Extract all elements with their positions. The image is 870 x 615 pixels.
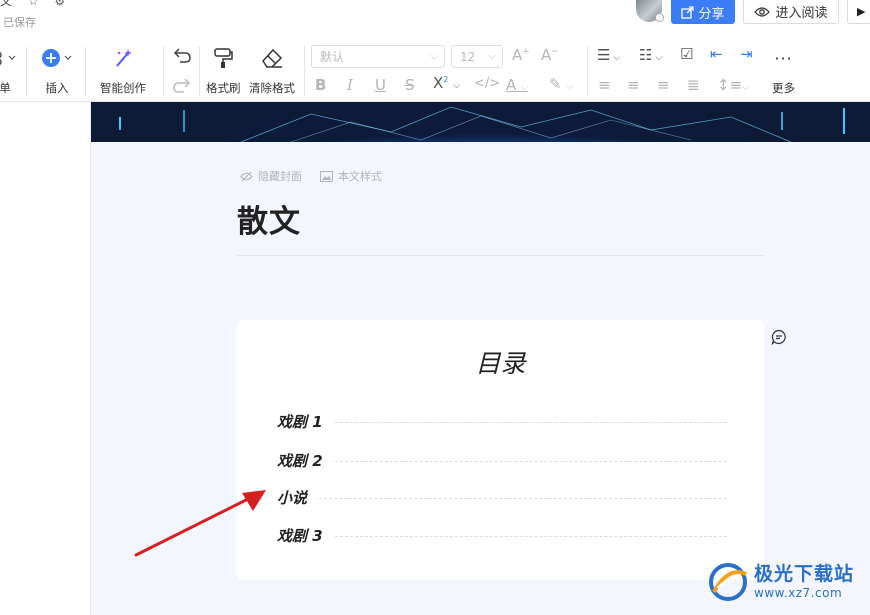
divider [26,46,27,96]
highlight-icon[interactable]: ✎ ⌵ [549,75,573,93]
toc-item-label: 戏剧 3 [277,527,323,545]
toc-item-label: 小说 [277,489,308,507]
text-style-button[interactable]: 本文样式 [320,168,382,184]
format-brush-label: 格式刷 [206,81,241,95]
divider [304,46,305,96]
font-color-icon[interactable]: A ⌵ [506,76,528,94]
chevron-down-icon: ⌵ [430,51,438,62]
toc-leader [334,536,727,537]
toc-item[interactable]: 戏剧 2 [277,450,727,471]
outdent-icon[interactable]: ⇤ [710,45,723,63]
toc-title: 目录 [475,349,526,378]
strikethrough-icon[interactable]: S [405,76,415,94]
divider [587,46,588,96]
font-family-value: 默认 [320,50,345,64]
top-bar: 文 ☆ ⚙ 已保存 ◦ 分享 进入阅读 ▶ [0,0,870,40]
hide-cover-label: 隐藏封面 [258,170,302,183]
more-tool[interactable]: ··· 更多 [772,46,795,96]
bold-icon[interactable]: B [315,76,326,94]
toc-leader [334,422,727,423]
toc-item[interactable]: 戏剧 1 [277,411,727,432]
divider [163,46,164,96]
divider [199,46,200,96]
left-sidebar [0,102,91,615]
divider [85,46,86,96]
saved-status: 已保存 [3,16,36,29]
eye-icon [754,6,771,17]
text-style-label: 本文样式 [338,170,382,183]
font-size-select[interactable]: 12 ⌵ [451,45,503,68]
annotation-arrow [130,485,270,564]
toc-item[interactable]: 小说 [277,487,727,508]
list-icon [0,46,16,70]
toc-leader [319,498,727,499]
insert-tool[interactable]: 插入 [40,46,74,96]
eye-off-icon [240,171,253,181]
toc-leader [334,461,727,462]
font-size-value: 12 [460,49,476,64]
ai-create-tool[interactable]: 智能创作 [100,46,146,96]
clear-format-tool[interactable]: 清除格式 [249,46,295,96]
watermark-logo-icon [709,563,747,601]
avatar-badge-icon: ◦ [655,13,664,22]
watermark-name: 极光下载站 [754,563,855,585]
watermark: 极光下载站 www.xz7.com [706,562,854,602]
share-button[interactable]: 分享 [671,0,735,24]
superscript-icon[interactable]: X2 ⌵ [433,74,460,92]
toolbar: 单 插入 智能创作 格式刷 清除格式 默认 ⌵ 12 ⌵ A+ A− B I U… [0,40,870,102]
italic-icon[interactable]: I [347,76,353,94]
list-label: 单 [0,81,11,95]
paint-roller-icon [212,46,234,70]
top-icons[interactable]: 文 ☆ ⚙ [0,0,71,9]
code-icon[interactable]: </> [474,76,500,91]
document-title[interactable]: 散文 [237,196,301,241]
toc-item-label: 戏剧 1 [277,413,323,431]
align-right-icon[interactable]: ≡ [657,76,670,94]
align-center-icon[interactable]: ≡ [627,76,640,94]
watermark-url: www.xz7.com [754,586,843,600]
cover-banner [91,102,870,142]
share-label: 分享 [698,6,725,22]
title-divider [237,255,764,256]
cover-actions: 隐藏封面 本文样式 [240,168,382,184]
font-family-select[interactable]: 默认 ⌵ [311,45,445,68]
checkbox-icon[interactable]: ☑ [680,45,693,63]
font-decrease-icon[interactable]: A− [541,46,559,64]
image-icon [320,170,333,182]
line-spacing-icon[interactable]: ↕≡⌵ [717,76,749,94]
more-label: 更多 [772,81,795,95]
indent-icon[interactable]: ⇥ [740,45,753,63]
cover-image [91,102,870,142]
magic-wand-icon [112,46,134,70]
table-of-contents[interactable]: 目录 戏剧 1 戏剧 2 小说 戏剧 3 [237,320,764,580]
hide-cover-button[interactable]: 隐藏封面 [240,168,302,184]
underline-icon[interactable]: U [375,76,386,94]
font-increase-icon[interactable]: A+ [512,46,530,64]
eraser-icon [260,46,284,70]
align-justify-icon[interactable]: ≣ [687,76,700,94]
more-dots-icon: ··· [774,48,793,68]
play-icon: ▶ [857,5,866,18]
redo-icon[interactable] [172,76,192,98]
align-left-icon[interactable]: ≡ [598,76,611,94]
bullet-list-icon[interactable]: ☰ ⌵ [597,46,620,64]
format-brush-tool[interactable]: 格式刷 [206,46,241,96]
chevron-down-icon: ⌵ [488,51,496,62]
toc-item-label: 戏剧 2 [277,452,323,470]
enter-reading-label: 进入阅读 [775,6,828,21]
insert-label: 插入 [45,81,69,95]
clear-format-label: 清除格式 [249,81,295,95]
enter-reading-button[interactable]: 进入阅读 [743,0,839,24]
comment-icon[interactable] [771,329,787,349]
share-icon [681,5,695,19]
ai-create-label: 智能创作 [100,81,146,95]
plus-circle-icon [40,46,74,70]
list-tool[interactable]: 单 [0,46,16,96]
play-button[interactable]: ▶ [847,0,870,24]
undo-icon[interactable] [172,46,192,68]
numbered-list-icon[interactable]: ☷ ⌵ [639,46,662,64]
toc-item[interactable]: 戏剧 3 [277,525,727,546]
